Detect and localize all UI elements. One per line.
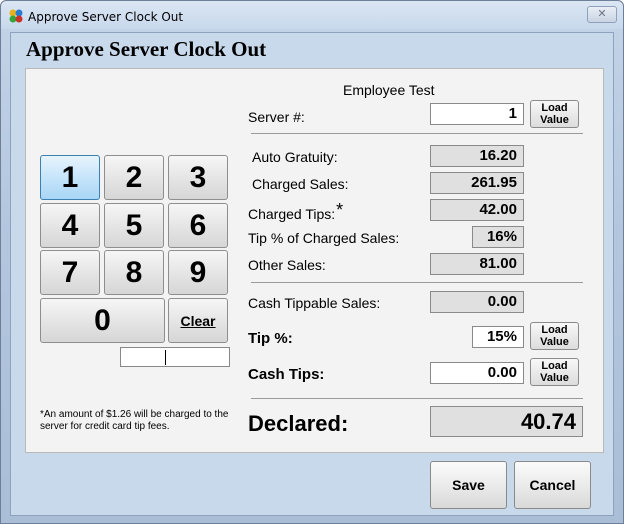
auto-gratuity-value: 16.20 — [430, 145, 524, 167]
key-0[interactable]: 0 — [40, 298, 165, 343]
cash-tips-label: Cash Tips: — [248, 366, 325, 383]
title-bar[interactable]: Approve Server Clock Out ✕ — [1, 1, 623, 29]
auto-gratuity-label: Auto Gratuity: — [252, 149, 338, 165]
tip-pct-label: Tip %: — [248, 330, 293, 347]
close-button[interactable]: ✕ — [587, 6, 617, 23]
dialog: Approve Server Clock Out 1 2 3 4 5 6 7 8… — [10, 32, 614, 516]
tip-pct-load-value-button[interactable]: Load Value — [530, 322, 579, 350]
load-label-line2: Value — [540, 336, 569, 348]
cash-tips-field[interactable]: 0.00 — [430, 362, 524, 384]
text-caret — [165, 350, 166, 365]
declared-label: Declared: — [248, 411, 349, 436]
server-load-value-button[interactable]: Load Value — [530, 100, 579, 128]
key-4[interactable]: 4 — [40, 203, 100, 248]
tip-pct-field[interactable]: 15% — [472, 326, 524, 348]
load-label-line2: Value — [540, 114, 569, 126]
window-title: Approve Server Clock Out — [28, 10, 184, 24]
cancel-button[interactable]: Cancel — [514, 461, 591, 509]
load-label-line1: Load — [541, 360, 568, 372]
cash-tippable-value: 0.00 — [430, 291, 524, 313]
divider — [251, 282, 583, 283]
key-2[interactable]: 2 — [104, 155, 164, 200]
employee-name: Employee Test — [343, 82, 435, 98]
other-sales-label: Other Sales: — [248, 257, 326, 273]
key-1[interactable]: 1 — [40, 155, 100, 200]
charged-tips-value: 42.00 — [430, 199, 524, 221]
app-icon — [9, 9, 23, 23]
tip-fee-note: *An amount of $1.26 will be charged to t… — [40, 409, 229, 432]
cash-tippable-label: Cash Tippable Sales: — [248, 295, 381, 311]
key-5[interactable]: 5 — [104, 203, 164, 248]
other-sales-value: 81.00 — [430, 253, 524, 275]
app-window: Approve Server Clock Out ✕ Approve Serve… — [0, 0, 624, 524]
key-3[interactable]: 3 — [168, 155, 228, 200]
server-number-field[interactable]: 1 — [430, 103, 524, 125]
charged-sales-label: Charged Sales: — [252, 176, 349, 192]
divider — [251, 133, 583, 134]
key-8[interactable]: 8 — [104, 250, 164, 295]
charged-sales-value: 261.95 — [430, 172, 524, 194]
charged-tips-label-group: Charged Tips:* — [248, 200, 344, 224]
server-label: Server #: — [248, 109, 305, 125]
main-panel: 1 2 3 4 5 6 7 8 9 0 Clear *An amount of … — [25, 68, 604, 453]
cash-tips-load-value-button[interactable]: Load Value — [530, 358, 579, 386]
divider — [251, 398, 583, 399]
key-9[interactable]: 9 — [168, 250, 228, 295]
key-7[interactable]: 7 — [40, 250, 100, 295]
declared-value: 40.74 — [430, 406, 583, 437]
tip-pct-charged-value: 16% — [472, 226, 524, 248]
clear-button[interactable]: Clear — [168, 298, 228, 343]
key-6[interactable]: 6 — [168, 203, 228, 248]
page-title: Approve Server Clock Out — [26, 37, 267, 61]
keypad-display[interactable] — [120, 347, 230, 367]
close-icon: ✕ — [597, 8, 607, 20]
save-button[interactable]: Save — [430, 461, 507, 509]
charged-tips-label: Charged Tips: — [248, 206, 336, 222]
load-label-line1: Load — [541, 324, 568, 336]
tip-pct-charged-label: Tip % of Charged Sales: — [248, 230, 400, 246]
load-label-line1: Load — [541, 102, 568, 114]
load-label-line2: Value — [540, 372, 569, 384]
asterisk-marker: * — [336, 200, 344, 220]
